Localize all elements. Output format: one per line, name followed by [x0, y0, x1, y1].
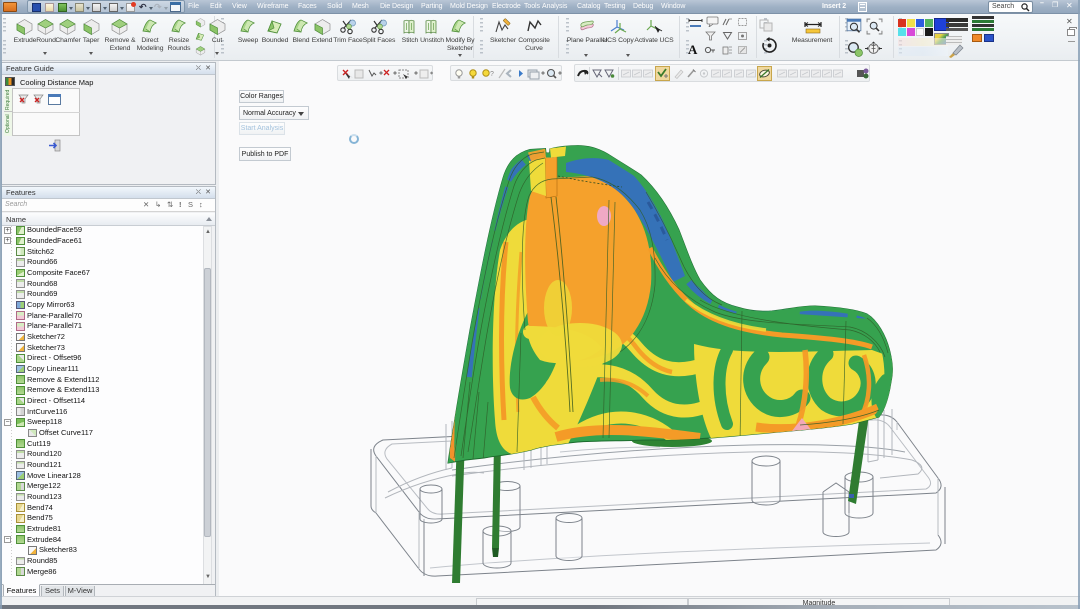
svg-text:?: ?: [490, 71, 494, 78]
